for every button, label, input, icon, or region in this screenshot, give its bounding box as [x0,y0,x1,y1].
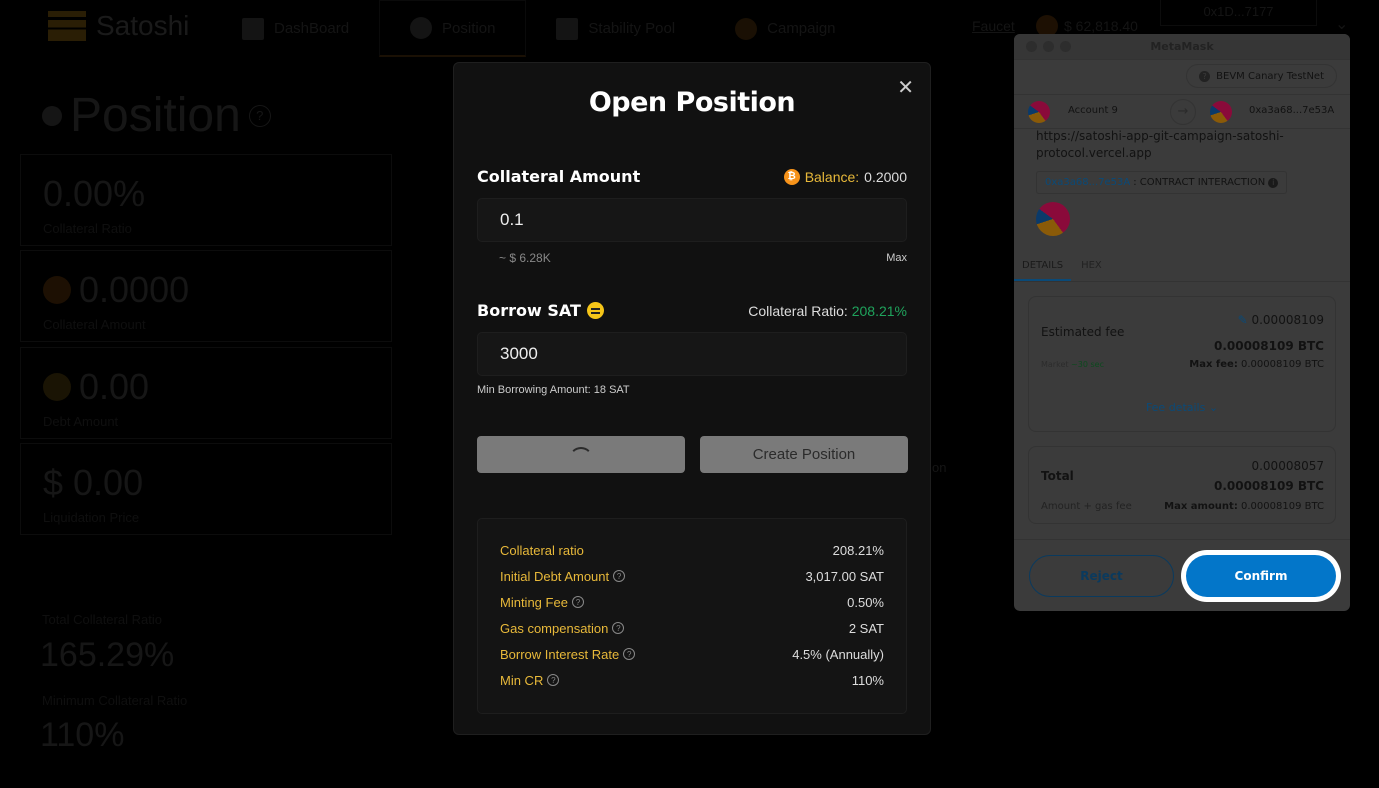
summary-row: Minting Fee? 0.50% [500,594,884,610]
origin-url: https://satoshi-app-git-campaign-satoshi… [1036,129,1284,160]
network-icon: ? [1199,70,1211,82]
modal-title: Open Position [588,87,796,118]
collateral-usd: ~ $ 6.28K [499,251,551,265]
summary-row: Min CR? 110% [500,672,884,688]
account-avatar [1028,101,1050,123]
position-summary: Collateral ratio 208.21% Initial Debt Amo… [477,518,907,714]
dashboard-icon [242,17,264,40]
contract-interaction-badge: 0xa3a68...7e53A: CONTRACT INTERACTION i [1036,171,1288,194]
stat-debt-amount: 0.00 Debt Amount [20,347,392,439]
sat-icon [43,373,71,401]
faucet-link[interactable]: Faucet [972,18,1015,34]
satoshi-logo[interactable]: Satoshi [48,10,189,42]
nav-campaign[interactable]: Campaign [705,0,865,57]
from-account[interactable]: Account 9 [1068,105,1118,116]
edit-icon[interactable]: ✎ [1238,313,1248,327]
collateral-label: Collateral Amount [477,167,641,186]
help-icon[interactable]: ? [612,622,625,634]
btc-icon: ₿ [783,168,800,185]
collateral-ratio-display: Collateral Ratio: 208.21% [748,302,907,319]
help-icon[interactable]: ? [571,596,584,608]
borrow-label: Borrow SAT [477,301,581,320]
detail-tabs: DETAILS HEX [1014,252,1350,282]
estimated-fee-box: Estimated fee ✎ 0.00008109 0.00008109 BT… [1028,296,1336,432]
confirm-button[interactable]: Confirm [1186,555,1336,597]
help-icon[interactable]: ? [613,570,626,582]
summary-row: Collateral ratio 208.21% [500,542,884,558]
chevron-down-icon[interactable]: ⌄ [1335,14,1348,34]
help-icon[interactable]: ? [248,104,271,127]
summary-row: Borrow Interest Rate? 4.5% (Annually) [500,646,884,662]
main-nav: DashBoard Position Stability Pool Campai… [212,0,866,57]
btc-icon [43,276,71,304]
account-row: Account 9 → 0xa3a68...7e53A [1014,94,1350,129]
background-text: on [932,460,947,475]
campaign-icon [735,17,758,40]
contract-avatar [1036,202,1070,236]
reject-button[interactable]: Reject [1029,555,1174,597]
position-icon [42,105,62,126]
page-title: Position ? [42,88,271,143]
open-position-modal: Open Position ✕ Collateral Amount ₿ Balan… [453,62,931,735]
create-position-button[interactable]: Create Position [700,436,908,473]
approve-button-loading[interactable] [477,436,685,473]
stat-collateral-ratio: 0.00% Collateral Ratio [20,154,392,246]
nav-position[interactable]: Position [379,0,527,57]
nav-stability-pool[interactable]: Stability Pool [526,0,705,57]
total-cr-label: Total Collateral Ratio [42,612,162,627]
help-icon[interactable]: ? [547,674,560,686]
divider [1014,539,1350,540]
network-selector[interactable]: ? BEVM Canary TestNet [1186,64,1337,88]
chevron-down-icon: ⌄ [1208,401,1219,414]
close-icon[interactable]: ✕ [897,75,914,100]
satoshi-logo-icon [48,11,86,41]
metamask-window: MetaMask ? BEVM Canary TestNet Account 9 … [1014,34,1350,611]
contract-address-link[interactable]: 0xa3a68...7e53A [1045,177,1130,188]
stat-liquidation-price: $ 0.00 Liquidation Price [20,443,392,535]
tab-hex[interactable]: HEX [1071,252,1112,281]
stability-pool-icon [556,17,579,40]
total-box: Total 0.00008057 0.00008109 BTC Amount +… [1028,446,1336,524]
tab-details[interactable]: DETAILS [1014,252,1072,281]
summary-row: Initial Debt Amount? 3,017.00 SAT [500,568,884,584]
sat-icon [586,302,604,319]
collateral-input[interactable]: 0.1 [477,198,907,242]
max-button[interactable]: Max [886,252,907,264]
min-cr-label: Minimum Collateral Ratio [42,693,188,708]
fee-details-toggle[interactable]: Fee details ⌄ [1029,401,1335,414]
wallet-address-button[interactable]: 0x1D...7177 [1160,0,1317,26]
borrow-input[interactable]: 3000 [477,332,907,376]
recipient-avatar [1210,101,1232,123]
min-cr-value: 110% [40,716,125,754]
min-borrow-text: Min Borrowing Amount: 18 SAT [477,384,630,396]
balance: ₿ Balance: 0.2000 [783,168,907,185]
nav-dashboard[interactable]: DashBoard [212,0,379,57]
help-icon[interactable]: ? [623,648,636,660]
window-titlebar: MetaMask [1014,34,1350,60]
stat-collateral-amount: 0.0000 Collateral Amount [20,250,392,342]
total-cr-value: 165.29% [40,636,175,674]
to-address[interactable]: 0xa3a68...7e53A [1249,105,1334,116]
info-icon[interactable]: i [1268,177,1279,188]
spinner-icon [569,446,593,471]
position-icon [410,17,433,39]
summary-row: Gas compensation? 2 SAT [500,620,884,636]
arrow-right-icon: → [1170,99,1196,125]
